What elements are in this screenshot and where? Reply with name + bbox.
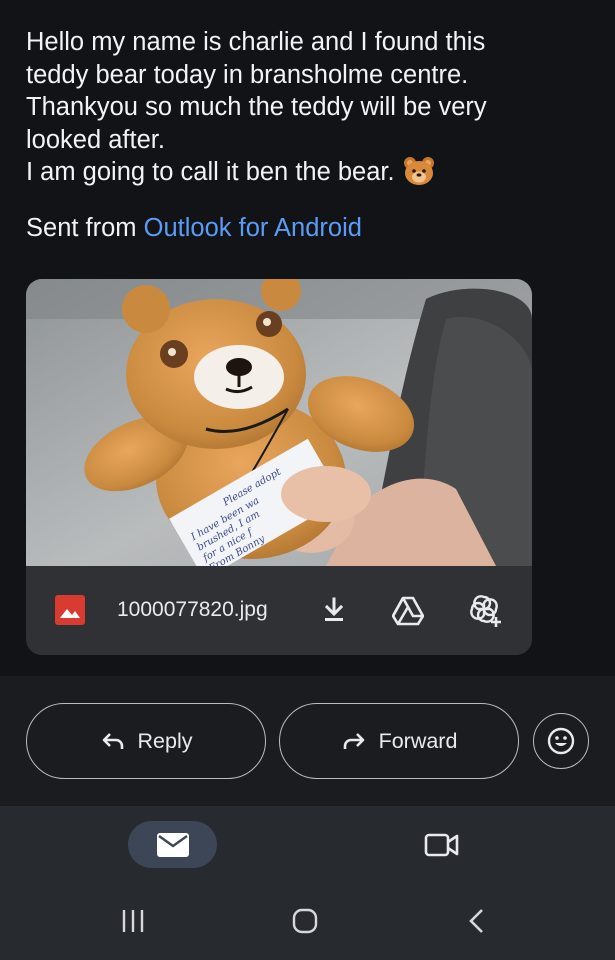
- outlook-link[interactable]: Outlook for Android: [144, 214, 362, 242]
- forward-button[interactable]: Forward: [279, 703, 519, 779]
- image-file-icon: [55, 595, 85, 625]
- attachment-photo[interactable]: Please adopt I have been wa brushed, I a…: [26, 279, 532, 566]
- body-line-1: Hello my name is charlie and I found thi…: [26, 28, 486, 56]
- home-icon[interactable]: [291, 907, 319, 935]
- image-attachment[interactable]: Please adopt I have been wa brushed, I a…: [26, 279, 532, 655]
- emoji-reaction-icon: [547, 727, 575, 755]
- reply-label: Reply: [137, 728, 193, 753]
- body-line-5: I am going to call it ben the bear.: [26, 156, 596, 195]
- email-body: Hello my name is charlie and I found thi…: [26, 26, 596, 195]
- reply-button[interactable]: Reply: [26, 703, 266, 779]
- video-camera-icon[interactable]: [424, 831, 460, 859]
- emoji-reaction-button[interactable]: [533, 713, 589, 769]
- back-icon[interactable]: [466, 907, 488, 935]
- bottom-navigation: [0, 806, 615, 880]
- body-line-5-text: I am going to call it ben the bear.: [26, 158, 395, 186]
- mail-icon: [156, 832, 189, 857]
- reply-actions: Reply Forward: [0, 676, 615, 806]
- email-signature: Sent from Outlook for Android: [26, 212, 362, 244]
- body-line-4: looked after.: [26, 125, 165, 154]
- photos-add-icon[interactable]: [468, 593, 504, 629]
- drive-icon[interactable]: [392, 594, 424, 626]
- reply-icon: [102, 733, 123, 749]
- attachment-bar: 1000077820.jpg: [26, 566, 532, 655]
- signature-prefix: Sent from: [26, 214, 144, 242]
- forward-label: Forward: [378, 728, 458, 753]
- body-line-3: Thankyou so much the teddy will be very: [26, 93, 487, 121]
- tab-mail[interactable]: [128, 821, 217, 868]
- recent-apps-icon[interactable]: [120, 908, 146, 934]
- body-line-2: teddy bear today in bransholme centre.: [26, 60, 469, 89]
- forward-icon: [343, 733, 364, 749]
- system-navigation-bar: [0, 880, 615, 960]
- download-icon[interactable]: [318, 594, 350, 626]
- attachment-filename: 1000077820.jpg: [117, 598, 268, 621]
- bear-emoji-icon: [403, 156, 435, 195]
